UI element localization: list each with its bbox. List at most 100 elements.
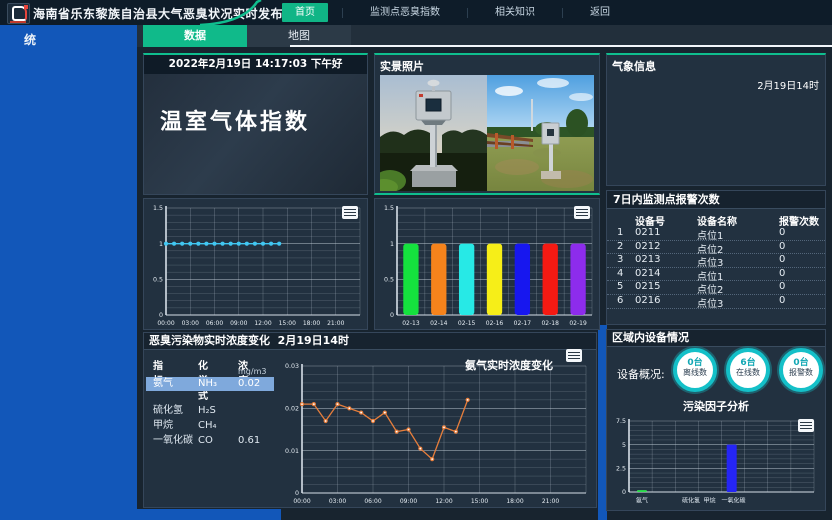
pollutant-cell: CH₄ <box>198 419 217 433</box>
alarm-panel: 7日内监测点报警次数 设备号 设备名称 报警次数 10211点位1020212点… <box>606 190 826 325</box>
svg-text:00:00: 00:00 <box>157 320 174 327</box>
svg-text:1.5: 1.5 <box>384 205 394 212</box>
device-overview-label: 设备概况: <box>617 366 665 382</box>
svg-text:15:00: 15:00 <box>279 320 296 327</box>
pollutant-cell: NH₃ <box>198 377 217 391</box>
nav-back[interactable]: 返回 <box>577 3 623 22</box>
alarm-cell: 0212 <box>635 241 660 252</box>
alarm-cell: 4 <box>617 268 623 279</box>
alarm-row: 10211点位10 <box>607 227 825 241</box>
svg-text:0.03: 0.03 <box>285 363 299 370</box>
tab-data[interactable]: 数据 <box>143 25 247 47</box>
chart-menu-icon[interactable] <box>798 419 814 432</box>
nav-home[interactable]: 首页 <box>282 3 328 22</box>
alarm-cell: 1 <box>617 227 623 238</box>
alarm-cell: 点位3 <box>697 295 723 310</box>
svg-text:0.5: 0.5 <box>153 277 163 284</box>
top-bar: 海南省乐东黎族自治县大气恶臭状况实时发布系 首页 监测点恶臭指数 相关知识 返回 <box>0 0 832 25</box>
greeting-body: 温室气体指数 <box>144 74 367 194</box>
svg-text:氨气: 氨气 <box>636 497 648 505</box>
svg-text:12:00: 12:00 <box>254 320 271 327</box>
chart-menu-icon[interactable] <box>566 349 582 362</box>
pollutant-row[interactable]: 硫化氢H₂S <box>146 404 274 418</box>
svg-text:0.5: 0.5 <box>384 277 394 284</box>
chart-menu-icon[interactable] <box>574 206 590 219</box>
alarm-cell: 0211 <box>635 227 660 238</box>
alarm-cell: 0 <box>779 295 785 306</box>
svg-text:03:00: 03:00 <box>329 498 346 505</box>
svg-text:09:00: 09:00 <box>400 498 417 505</box>
pollution-analysis-title: 污染因子分析 <box>607 398 825 414</box>
svg-text:18:00: 18:00 <box>506 498 523 505</box>
svg-text:7.5: 7.5 <box>616 418 626 425</box>
alarm-cell: 0 <box>779 281 785 292</box>
pollutant-row[interactable]: 一氧化碳CO0.61 <box>146 434 274 448</box>
alarm-row: 30213点位30 <box>607 254 825 268</box>
pollution-factor-chart: 02.557.5氨气硫化氢甲烷一氧化碳 <box>613 415 820 505</box>
weather-title: 气象信息 <box>612 58 656 74</box>
tab-underline <box>290 45 832 47</box>
col-device-id: 设备号 <box>635 213 665 228</box>
svg-text:1.5: 1.5 <box>153 205 163 212</box>
tab-map[interactable]: 地图 <box>247 25 351 47</box>
svg-text:0.01: 0.01 <box>285 448 299 455</box>
svg-text:06:00: 06:00 <box>364 498 381 505</box>
alarm-cell: 0 <box>779 227 785 238</box>
offline-count: 0台 <box>677 358 713 368</box>
alarm-count: 0台 <box>783 358 819 368</box>
svg-text:02-17: 02-17 <box>514 320 532 327</box>
pollutant-row[interactable]: 甲烷 CH₄ <box>146 419 274 433</box>
svg-text:02-19: 02-19 <box>569 320 587 327</box>
nh3-trend-chart: 00.010.020.0300:0003:0006:0009:0012:0015… <box>281 360 592 506</box>
online-count-badge: 6台 在线数 <box>726 348 770 392</box>
svg-text:00:00: 00:00 <box>293 498 310 505</box>
svg-text:甲烷: 甲烷 <box>703 497 715 505</box>
svg-text:18:00: 18:00 <box>303 320 320 327</box>
alarm-row: 20212点位20 <box>607 241 825 255</box>
svg-text:0: 0 <box>159 312 163 319</box>
dashboard: 海南省乐东黎族自治县大气恶臭状况实时发布系 首页 监测点恶臭指数 相关知识 返回… <box>0 0 832 520</box>
alarm-cell: 6 <box>617 295 623 306</box>
svg-text:1: 1 <box>390 241 394 248</box>
pollutant-row[interactable]: 氨气NH₃0.02 <box>146 377 274 391</box>
alarm-cell: 5 <box>617 281 623 292</box>
main-nav: 首页 监测点恶臭指数 相关知识 返回 <box>278 0 627 25</box>
svg-text:5: 5 <box>622 442 626 449</box>
alarm-cell: 2 <box>617 241 623 252</box>
svg-text:1: 1 <box>159 241 163 248</box>
pollutant-cell: 甲烷 <box>153 419 173 433</box>
col-device-name: 设备名称 <box>697 213 737 228</box>
online-label: 在线数 <box>730 368 766 377</box>
daily-odor-bar-chart: 00.511.502-1302-1402-1502-1602-1702-1802… <box>376 202 598 328</box>
offline-count-badge: 0台 离线数 <box>673 348 717 392</box>
svg-text:09:00: 09:00 <box>230 320 247 327</box>
alarm-cell: 0 <box>779 241 785 252</box>
app-logo-icon <box>7 3 30 24</box>
svg-text:02-18: 02-18 <box>541 320 559 327</box>
nav-odor-index[interactable]: 监测点恶臭指数 <box>357 3 453 22</box>
pollutants-date: 2月19日14时 <box>278 334 349 347</box>
nav-separator <box>342 8 343 18</box>
svg-text:2.5: 2.5 <box>616 466 626 473</box>
alarm-cell: 0213 <box>635 254 660 265</box>
svg-text:02-14: 02-14 <box>430 320 448 327</box>
alarm-cell: 3 <box>617 254 623 265</box>
svg-text:0: 0 <box>295 490 299 497</box>
nav-knowledge[interactable]: 相关知识 <box>482 3 548 22</box>
svg-text:02-13: 02-13 <box>402 320 420 327</box>
greenhouse-trend-chart: 00.511.500:0003:0006:0009:0012:0015:0018… <box>145 202 366 328</box>
svg-text:0: 0 <box>390 312 394 319</box>
alarm-cell: 0215 <box>635 281 660 292</box>
alarm-cell: 0214 <box>635 268 660 279</box>
pollutant-cell: 0.02 <box>238 377 260 391</box>
svg-text:12:00: 12:00 <box>435 498 452 505</box>
online-count: 6台 <box>730 358 766 368</box>
alarm-row: 40214点位10 <box>607 268 825 282</box>
nav-separator <box>562 8 563 18</box>
svg-text:硫化氢: 硫化氢 <box>682 497 700 505</box>
chart-menu-icon[interactable] <box>342 206 358 219</box>
nav-separator <box>467 8 468 18</box>
alarm-cell: 0 <box>779 268 785 279</box>
pollutant-cell: 一氧化碳 <box>153 434 193 448</box>
background-gap <box>137 509 281 520</box>
